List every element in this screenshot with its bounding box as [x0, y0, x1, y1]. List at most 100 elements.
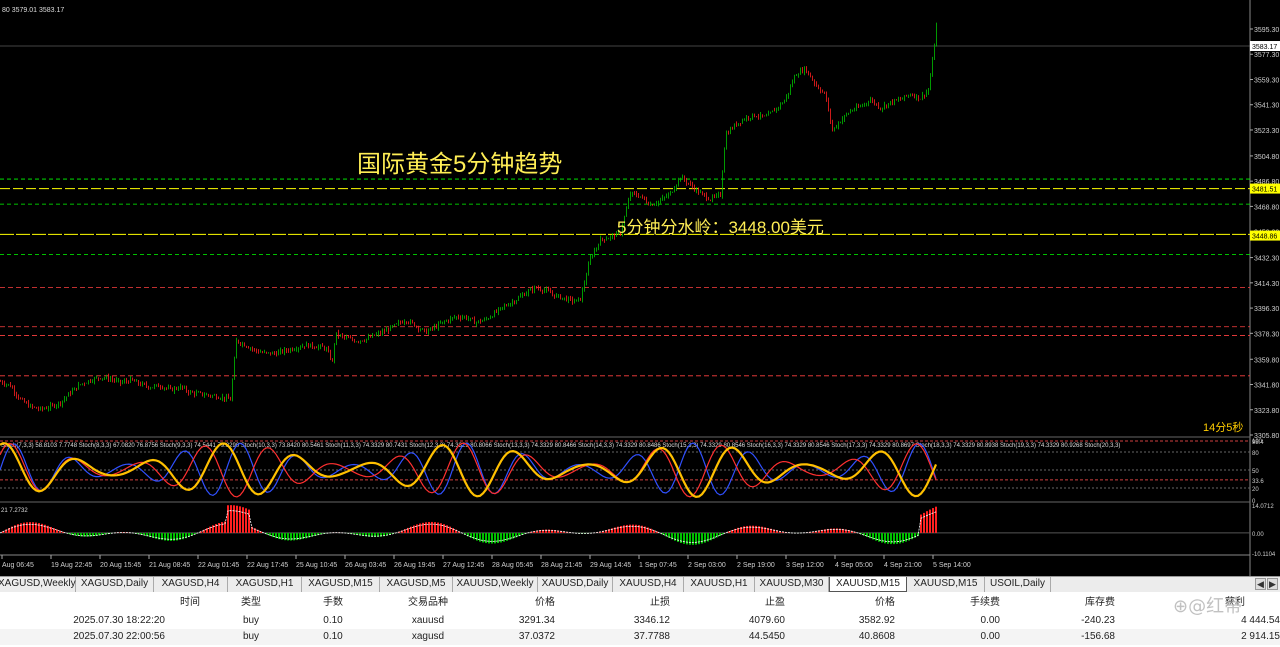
- time-tick-label: 3 Sep 12:00: [786, 562, 824, 569]
- table-cell: 37.7788: [633, 631, 670, 642]
- time-tick-label: 4 Sep 21:00: [884, 562, 922, 569]
- time-tick-label: Aug 06:45: [2, 562, 34, 569]
- table-cell: 40.8608: [858, 631, 895, 642]
- table-cell: xagusd: [411, 631, 445, 642]
- price-tick-label: 3359.80: [1254, 357, 1279, 364]
- chart-tab[interactable]: XAGUSD,M5: [380, 577, 453, 592]
- macd-legend: 21 7.2732: [1, 508, 28, 514]
- table-cell: 2 914.15: [1241, 631, 1280, 642]
- time-tick-label: 21 Aug 08:45: [149, 562, 190, 569]
- table-cell: 2025.07.30 22:00:56: [73, 631, 165, 642]
- column-header: 价格: [535, 597, 555, 608]
- chart-tab[interactable]: XAGUSD,M15: [302, 577, 380, 592]
- table-cell: -156.68: [1081, 631, 1115, 642]
- time-tick-label: 4 Sep 05:00: [835, 562, 873, 569]
- time-tick-label: 22 Aug 01:45: [198, 562, 239, 569]
- tab-scroll-left-icon[interactable]: ◀: [1255, 578, 1266, 590]
- time-tick-label: 28 Aug 21:45: [541, 562, 582, 569]
- time-tick-label: 2 Sep 03:00: [688, 562, 726, 569]
- table-row[interactable]: 2025.07.30 18:22:20 buy 0.10 xauusd 3291.34 3…: [0, 613, 1280, 629]
- stoch-legend: Stoch(7,3,3) 58.8103 7.7748 Stoch(8,3,3)…: [1, 443, 1120, 449]
- chart-tabs-bar: ◀ ▶ XAGUSD,Weekly XAGUSD,Daily XAGUSD,H4 XA…: [0, 576, 1280, 592]
- chart-tab[interactable]: XAGUSD,Weekly: [0, 577, 76, 592]
- chart-tab[interactable]: XAGUSD,H1: [228, 577, 302, 592]
- trade-header[interactable]: 时间 类型 手数 交易品种 价格 止损 止盈 价格 手续费 库存费 获利: [0, 595, 1280, 611]
- column-header: 交易品种: [408, 597, 448, 608]
- yellow-level-label: 3481.51: [1252, 187, 1277, 194]
- stoch-axis-label: 50: [1252, 469, 1259, 475]
- overlay-watershed-label: 5分钟分水岭：3448.00美元: [617, 218, 824, 237]
- time-tick-label: 26 Aug 03:45: [345, 562, 386, 569]
- table-cell: 37.0372: [518, 631, 555, 642]
- time-tick-label: 28 Aug 05:45: [492, 562, 533, 569]
- current-price-label: 3583.17: [1252, 44, 1277, 51]
- overlay-title: 国际黄金5分钟趋势: [357, 151, 562, 178]
- price-tick-label: 3341.80: [1254, 383, 1279, 390]
- time-tick-label: 1 Sep 07:45: [639, 562, 677, 569]
- column-header: 止损: [650, 597, 670, 608]
- table-cell: 44.5450: [748, 631, 785, 642]
- time-tick-label: 19 Aug 22:45: [51, 562, 92, 569]
- chart-header-prices: 80 3579.01 3583.17: [2, 7, 64, 14]
- table-cell: 3346.12: [633, 615, 670, 626]
- table-cell: -240.23: [1081, 615, 1115, 626]
- tab-scroll-right-icon[interactable]: ▶: [1267, 578, 1278, 590]
- stoch-axis-label: 98.4: [1252, 440, 1264, 446]
- chart-tab[interactable]: XAUUSD,H1: [684, 577, 755, 592]
- chart-tab[interactable]: XAGUSD,H4: [154, 577, 228, 592]
- price-tick-label: 3432.30: [1254, 256, 1279, 263]
- price-tick-label: 3378.30: [1254, 331, 1279, 338]
- price-tick-label: 3559.30: [1254, 77, 1279, 84]
- price-tick-label: 3468.80: [1254, 204, 1279, 211]
- table-cell: 0.00: [980, 615, 1000, 626]
- table-row[interactable]: 2025.07.30 22:00:56 buy 0.10 xagusd 37.0372 3…: [0, 629, 1280, 645]
- column-header: 价格: [875, 597, 895, 608]
- price-chart[interactable]: 80 3579.01 3583.17 3595.30 3577.30 3559.30 3…: [0, 0, 1280, 576]
- column-header: 时间: [180, 597, 200, 608]
- macd-axis-label: 0.00: [1252, 532, 1264, 538]
- table-cell: buy: [242, 615, 260, 626]
- table-cell: 0.00: [980, 631, 1000, 642]
- chart-tab[interactable]: XAUUSD,M15: [829, 577, 907, 592]
- watershed-level-label: 3448.86: [1252, 234, 1277, 241]
- time-tick-label: 20 Aug 15:45: [100, 562, 141, 569]
- column-header: 手数: [323, 597, 343, 608]
- time-tick-label: 26 Aug 19:45: [394, 562, 435, 569]
- table-cell: xauusd: [411, 615, 445, 626]
- stoch-axis-label: 33.6: [1252, 479, 1264, 485]
- chart-tab[interactable]: XAUUSD,M30: [755, 577, 829, 592]
- macd-axis-label: -10.1104: [1252, 552, 1276, 558]
- time-tick-label: 2 Sep 19:00: [737, 562, 775, 569]
- column-header: 止盈: [765, 597, 785, 608]
- table-cell: 3291.34: [518, 615, 555, 626]
- time-tick-label: 22 Aug 17:45: [247, 562, 288, 569]
- price-tick-label: 3323.80: [1254, 408, 1279, 415]
- table-cell: 2025.07.30 18:22:20: [73, 615, 165, 626]
- chart-tab[interactable]: XAGUSD,Daily: [76, 577, 154, 592]
- stoch-axis-label: 80: [1252, 451, 1259, 457]
- column-header: 手续费: [970, 597, 1000, 608]
- time-tick-label: 29 Aug 14:45: [590, 562, 631, 569]
- table-cell: 0.10: [323, 615, 343, 626]
- chart-canvas[interactable]: 80 3579.01 3583.17 3595.30 3577.30 3559.30 3…: [0, 0, 1280, 576]
- column-header: 库存费: [1085, 597, 1115, 608]
- chart-tab[interactable]: XAUUSD,M15: [907, 577, 985, 592]
- time-tick-label: 5 Sep 14:00: [933, 562, 971, 569]
- chart-tab[interactable]: XAUUSD,Daily: [538, 577, 613, 592]
- table-cell: 4079.60: [748, 615, 785, 626]
- time-tick-label: 27 Aug 12:45: [443, 562, 484, 569]
- column-header: 类型: [241, 597, 261, 608]
- chart-tab[interactable]: XAUUSD,H4: [613, 577, 684, 592]
- macd-signal-line: [0, 510, 937, 543]
- chart-tab[interactable]: USOIL,Daily: [985, 577, 1051, 592]
- time-tick-label: 25 Aug 10:45: [296, 562, 337, 569]
- watermark: ⊕@红蒂: [1173, 596, 1243, 617]
- trade-table: 时间 类型 手数 交易品种 价格 止损 止盈 价格 手续费 库存费 获利 2025.07.30 18:…: [0, 592, 1280, 647]
- price-tick-label: 3577.30: [1254, 52, 1279, 59]
- price-tick-label: 3504.80: [1254, 154, 1279, 161]
- price-tick-label: 3523.30: [1254, 128, 1279, 135]
- chart-tab[interactable]: XAUUSD,Weekly: [453, 577, 538, 592]
- candle-timer: 14分5秒: [1203, 420, 1243, 434]
- table-cell: buy: [242, 631, 260, 642]
- table-cell: 0.10: [323, 631, 343, 642]
